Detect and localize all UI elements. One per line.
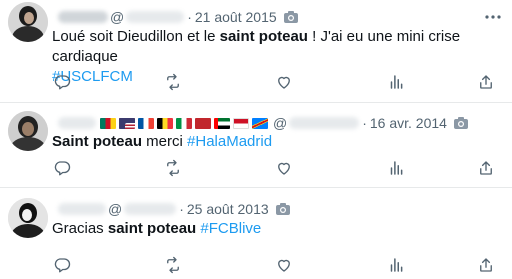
tweet-header: @ · 25 août 2013 (58, 200, 291, 218)
reply-button[interactable] (52, 72, 72, 92)
like-button[interactable] (274, 72, 294, 92)
views-icon (390, 75, 403, 89)
tweet-actions (0, 72, 512, 92)
views-button[interactable] (386, 72, 406, 92)
reply-icon (54, 258, 71, 273)
retweet-icon (167, 256, 179, 274)
like-button[interactable] (274, 158, 294, 178)
tweet-header: @ · 21 août 2015 (58, 8, 299, 26)
flag-morocco-icon (195, 117, 211, 129)
camera-icon (283, 10, 299, 24)
like-button[interactable] (274, 255, 294, 275)
highlighted-term: Saint poteau (52, 133, 143, 150)
separator-dot: · (179, 201, 184, 217)
retweet-icon (167, 159, 179, 177)
tweet-text: Gracias saint poteau #FCBlive (52, 219, 492, 239)
author-handle-redacted (124, 203, 177, 215)
reply-button[interactable] (52, 158, 72, 178)
share-button[interactable] (476, 158, 496, 178)
retweet-button[interactable] (163, 255, 183, 275)
avatar[interactable] (8, 111, 48, 151)
more-options-button[interactable] (482, 8, 504, 26)
tweet-date[interactable]: 21 août 2015 (195, 9, 277, 25)
flag-italy-icon (176, 117, 192, 129)
separator-dot: · (187, 9, 192, 25)
highlighted-term: saint poteau (219, 28, 308, 45)
author-name-redacted (58, 203, 106, 215)
tweet-date[interactable]: 25 août 2013 (187, 201, 269, 217)
tweet-text: Saint poteau merci #HalaMadrid (52, 132, 492, 152)
retweet-icon (167, 73, 179, 91)
hashtag-link[interactable]: #FCBlive (200, 220, 261, 237)
retweet-button[interactable] (163, 72, 183, 92)
flag-uae-icon (214, 117, 230, 129)
more-horizontal-icon (485, 15, 501, 19)
text-part: Gracias (52, 220, 108, 237)
share-button[interactable] (476, 255, 496, 275)
flag-drc-icon (252, 117, 268, 129)
author-name-redacted (58, 11, 108, 23)
text-part: Loué soit Dieudillon et le (52, 28, 220, 45)
handle-at: @ (110, 9, 125, 25)
share-button[interactable] (476, 72, 496, 92)
like-icon (278, 76, 290, 89)
share-icon (480, 75, 492, 89)
views-button[interactable] (386, 158, 406, 178)
flag-cameroon-icon (100, 117, 116, 129)
camera-icon (275, 202, 291, 216)
handle-at: @ (273, 115, 288, 131)
views-icon (390, 258, 403, 272)
camera-icon (453, 116, 469, 130)
flag-indonesia-icon (233, 117, 249, 129)
tweet-date[interactable]: 16 avr. 2014 (370, 115, 447, 131)
separator-dot: · (362, 115, 367, 131)
author-handle-redacted (126, 11, 185, 23)
text-part: merci (142, 133, 188, 150)
tweet-divider (0, 187, 512, 188)
tweet-actions (0, 158, 512, 178)
author-name-redacted (58, 117, 96, 129)
views-button[interactable] (386, 255, 406, 275)
tweet-divider (0, 102, 512, 103)
avatar[interactable] (8, 198, 48, 238)
author-handle-redacted (289, 117, 360, 129)
flag-belgium-icon (157, 117, 173, 129)
share-icon (480, 161, 492, 175)
share-icon (480, 258, 492, 272)
tweet-actions (0, 255, 512, 275)
flag-usa-icon (119, 117, 135, 129)
flag-france-icon (138, 117, 154, 129)
highlighted-term: saint poteau (107, 220, 197, 237)
handle-at: @ (108, 201, 123, 217)
retweet-button[interactable] (163, 158, 183, 178)
reply-button[interactable] (52, 255, 72, 275)
views-icon (390, 161, 403, 175)
reply-icon (54, 161, 71, 176)
reply-icon (54, 75, 71, 90)
flag-emoji-group (100, 117, 268, 129)
like-icon (278, 162, 290, 175)
tweet-header: @ · 16 avr. 2014 (58, 114, 469, 132)
hashtag-link[interactable]: #HalaMadrid (187, 133, 272, 150)
avatar[interactable] (8, 2, 48, 42)
like-icon (278, 259, 290, 272)
